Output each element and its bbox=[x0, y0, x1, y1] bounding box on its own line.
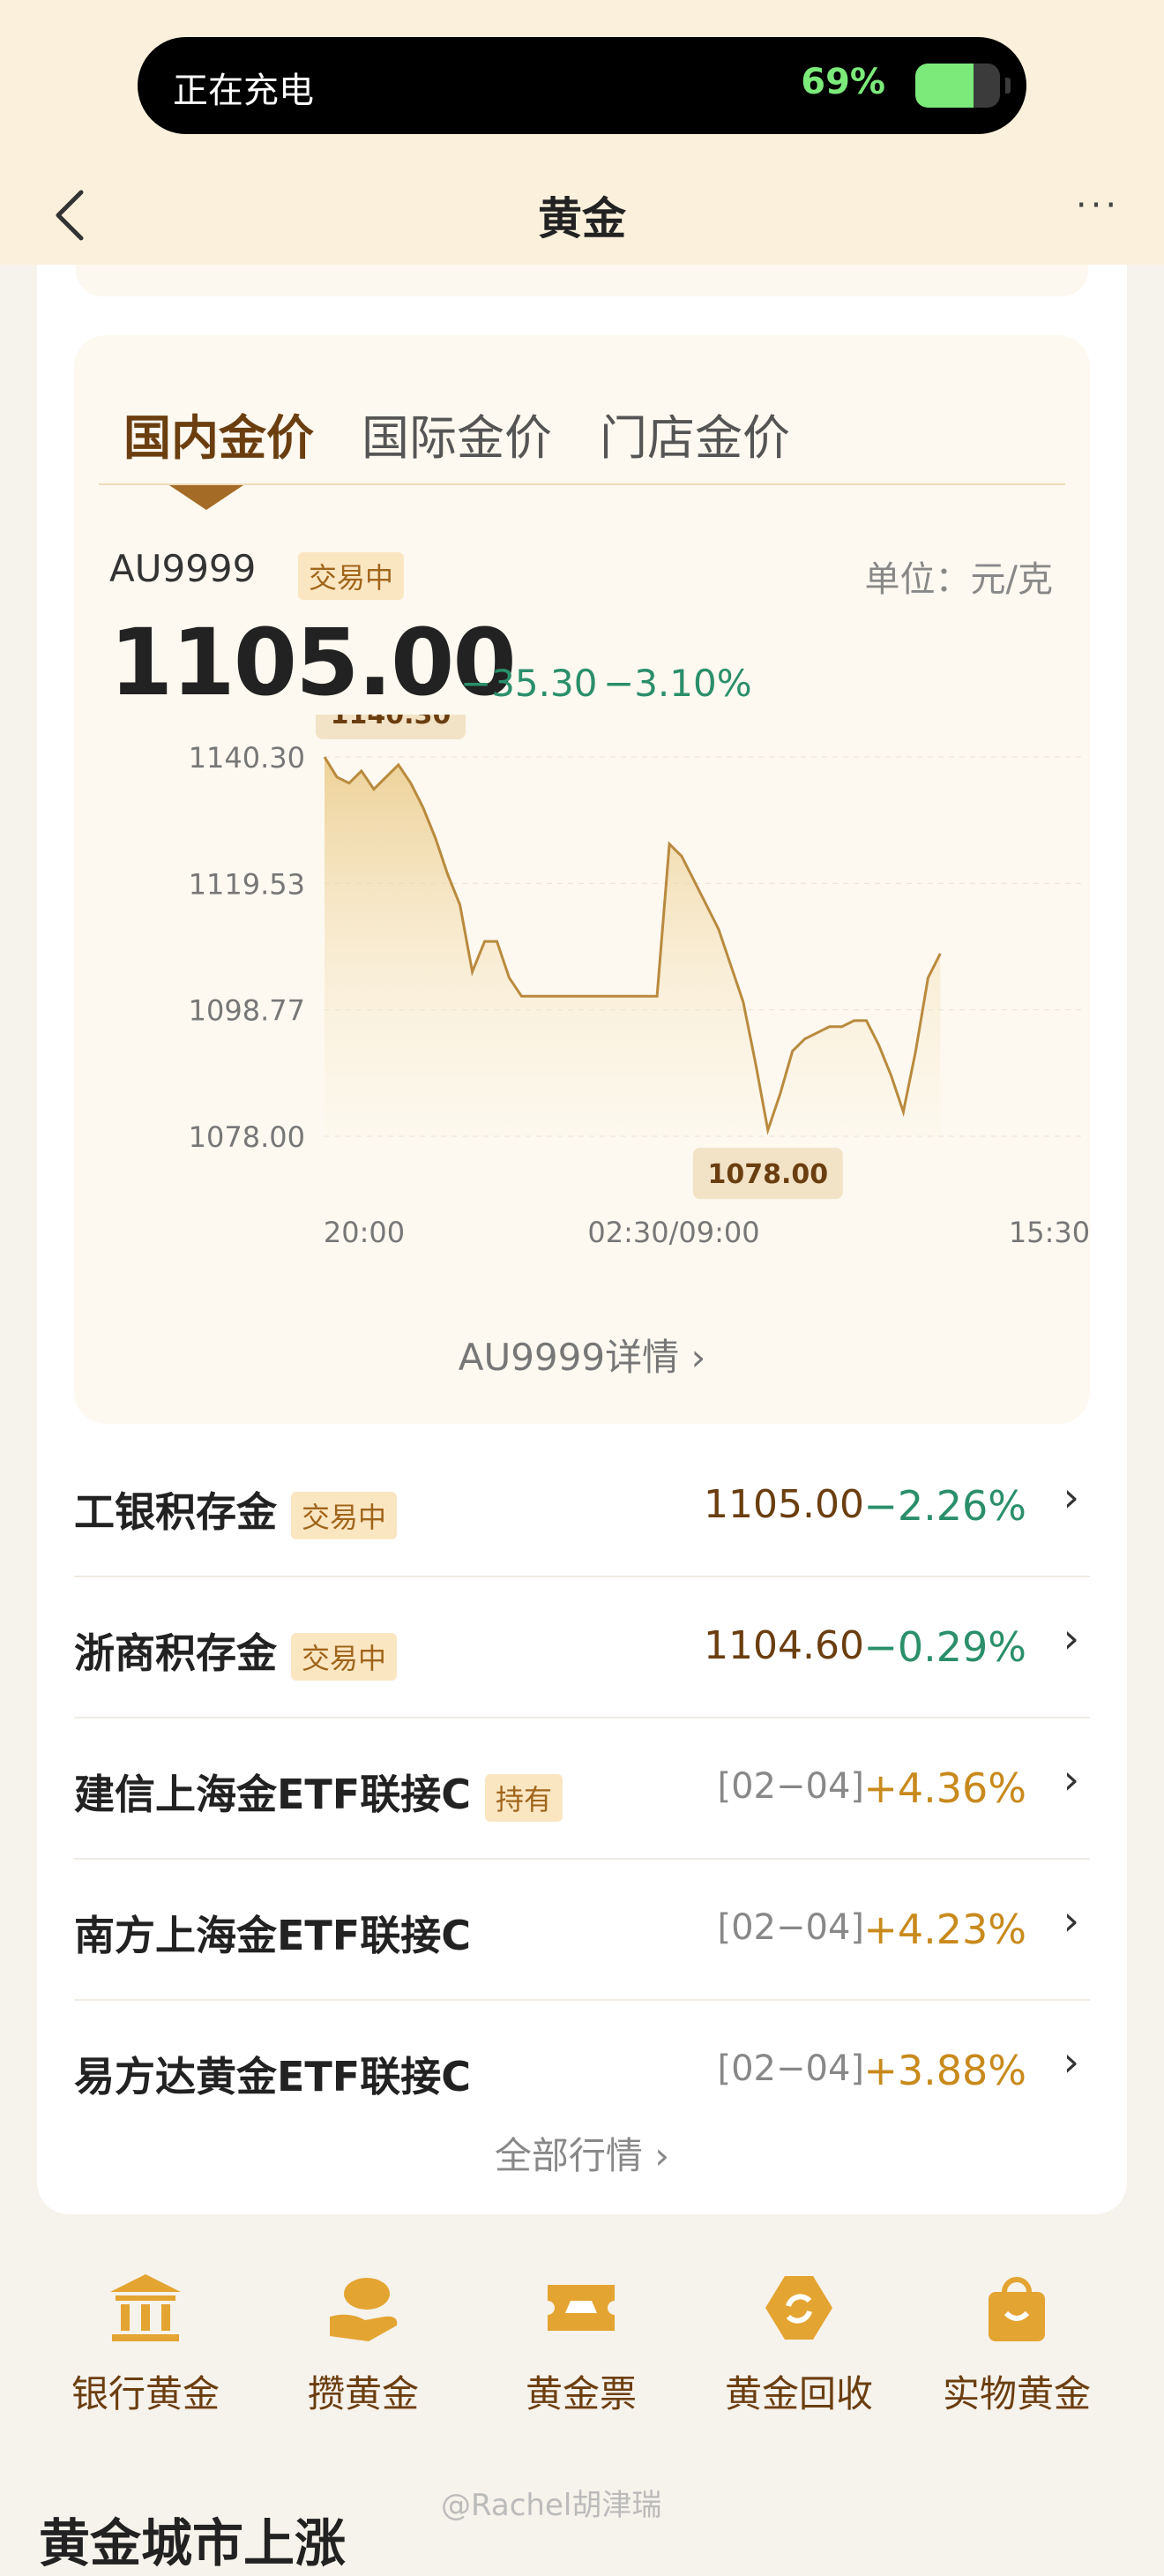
all-quotes-link[interactable]: 全部行情 › bbox=[37, 2126, 1127, 2180]
quick-link-item[interactable]: 攒黄金 bbox=[262, 2267, 465, 2418]
x-tick-label: 15:30 bbox=[1009, 1216, 1090, 1249]
product-name: 工银积存金 交易中 bbox=[74, 1480, 398, 1539]
y-tick-label: 1140.30 bbox=[189, 741, 305, 775]
product-change-pct: −2.26% bbox=[863, 1482, 1026, 1530]
product-badge: 交易中 bbox=[291, 1491, 398, 1539]
bank-icon bbox=[105, 2267, 186, 2348]
quick-link-label: 黄金票 bbox=[525, 2372, 637, 2415]
nav-bar: 黄金 ··· bbox=[0, 168, 1164, 265]
product-date: [02−04] bbox=[717, 1907, 864, 1948]
min-callout: 1078.00 bbox=[692, 1148, 843, 1200]
quick-link-item[interactable]: 实物黄金 bbox=[915, 2267, 1118, 2418]
quick-link-label: 攒黄金 bbox=[307, 2372, 419, 2415]
price-change: −35.30 bbox=[460, 662, 598, 705]
battery-fill bbox=[915, 64, 974, 108]
charging-status: 正在充电 bbox=[173, 71, 314, 111]
product-change-pct: +3.88% bbox=[863, 2047, 1026, 2094]
x-tick-label: 02:30/09:00 bbox=[587, 1216, 759, 1249]
battery-icon bbox=[915, 64, 1000, 108]
shopping-bag-icon bbox=[976, 2267, 1057, 2348]
chevron-right-icon: › bbox=[1063, 1614, 1079, 1662]
product-date: [02−04] bbox=[717, 2048, 864, 2089]
tab-international[interactable]: 国际金价 bbox=[362, 399, 552, 468]
battery-tip bbox=[1005, 78, 1011, 94]
product-row[interactable]: 建信上海金ETF联接C 持有 [02−04] +4.36% › bbox=[74, 1719, 1090, 1860]
quick-link-label: 银行黄金 bbox=[71, 2372, 220, 2415]
product-badge: 持有 bbox=[484, 1773, 563, 1822]
recycle-icon bbox=[758, 2267, 839, 2348]
product-change-pct: +4.23% bbox=[863, 1906, 1026, 1953]
chevron-right-icon: › bbox=[1063, 2038, 1079, 2086]
chart-area bbox=[325, 757, 941, 1136]
tab-underline bbox=[99, 483, 1065, 485]
chevron-right-icon: › bbox=[1063, 1473, 1079, 1521]
quick-link-item[interactable]: 银行黄金 bbox=[44, 2267, 247, 2418]
min-callout-label: 1078.00 bbox=[707, 1159, 828, 1190]
ticket-icon bbox=[541, 2267, 622, 2348]
product-date: [02−04] bbox=[717, 1766, 864, 1807]
price-change-pct: −3.10% bbox=[603, 662, 752, 705]
chevron-right-icon: › bbox=[1063, 1897, 1079, 1944]
product-change-pct: +4.36% bbox=[863, 1764, 1026, 1812]
price-chart[interactable]: 1140.30 1119.53 1098.77 1078.00 1140.30 1078… bbox=[74, 715, 1090, 1288]
quick-links: 银行黄金 攒黄金 黄金票 黄金回收 实物黄金 bbox=[0, 2267, 1164, 2444]
battery-percentage: 69% bbox=[801, 62, 885, 102]
product-name: 南方上海金ETF联接C bbox=[74, 1912, 471, 1959]
product-value: 1104.60 bbox=[704, 1623, 864, 1668]
product-change-pct: −0.29% bbox=[863, 1623, 1026, 1671]
section-title: 黄金城市上涨 bbox=[39, 2513, 347, 2573]
status-bar: 正在充电 69% bbox=[138, 37, 1026, 134]
quick-link-label: 黄金回收 bbox=[724, 2372, 873, 2415]
chevron-right-icon: › bbox=[1063, 1756, 1079, 1803]
watermark: @Rachel胡津瑞 bbox=[441, 2488, 662, 2523]
hand-coin-icon bbox=[323, 2267, 404, 2348]
tab-domestic[interactable]: 国内金价 bbox=[123, 399, 314, 468]
max-callout: 1140.30 bbox=[316, 715, 466, 739]
y-tick-label: 1098.77 bbox=[189, 994, 305, 1028]
product-name: 建信上海金ETF联接C 持有 bbox=[74, 1763, 563, 1822]
product-value: 1105.00 bbox=[704, 1482, 864, 1527]
product-name: 易方达黄金ETF联接C bbox=[74, 2053, 471, 2100]
quick-link-item[interactable]: 黄金票 bbox=[480, 2267, 683, 2418]
top-strip bbox=[76, 265, 1088, 296]
quick-link-label: 实物黄金 bbox=[942, 2372, 1091, 2415]
product-row[interactable]: 易方达黄金ETF联接C [02−04] +3.88% › bbox=[74, 2001, 1090, 2142]
current-price: 1105.00 bbox=[109, 609, 517, 716]
product-name: 浙商积存金 交易中 bbox=[74, 1621, 398, 1681]
price-unit: 单位：元/克 bbox=[864, 559, 1053, 600]
product-row[interactable]: 工银积存金 交易中 1105.00 −2.26% › bbox=[74, 1436, 1090, 1577]
x-tick-label: 20:00 bbox=[324, 1216, 405, 1249]
page-title: 黄金 bbox=[538, 193, 626, 244]
quote-code: AU9999 bbox=[109, 547, 257, 590]
more-icon[interactable]: ··· bbox=[1067, 185, 1129, 238]
y-tick-label: 1119.53 bbox=[189, 867, 305, 901]
product-row[interactable]: 浙商积存金 交易中 1104.60 −0.29% › bbox=[74, 1577, 1090, 1719]
product-row[interactable]: 南方上海金ETF联接C [02−04] +4.23% › bbox=[74, 1860, 1090, 2001]
tab-caret-icon bbox=[169, 485, 243, 510]
main-card: 国内金价 国际金价 门店金价 AU9999 交易中 单位：元/克 1105.00… bbox=[37, 265, 1127, 2214]
status-badge: 交易中 bbox=[298, 552, 405, 600]
tab-store[interactable]: 门店金价 bbox=[600, 399, 790, 468]
price-panel: 国内金价 国际金价 门店金价 AU9999 交易中 单位：元/克 1105.00… bbox=[74, 335, 1090, 1424]
max-callout-label: 1140.30 bbox=[331, 715, 451, 730]
y-tick-label: 1078.00 bbox=[189, 1120, 305, 1154]
detail-link[interactable]: AU9999详情 › bbox=[74, 1328, 1090, 1382]
product-badge: 交易中 bbox=[291, 1632, 398, 1681]
quick-link-item[interactable]: 黄金回收 bbox=[698, 2267, 900, 2418]
